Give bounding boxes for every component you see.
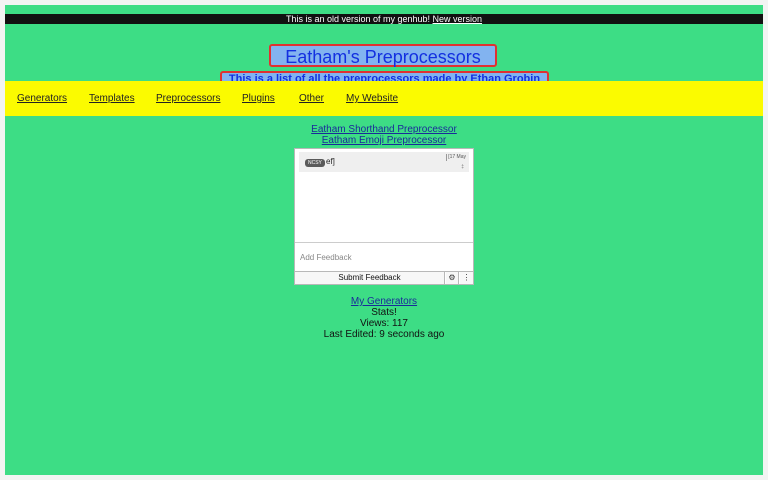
views-count: Views: 117 — [360, 318, 408, 329]
navigation-bar: Generators Templates Preprocessors Plugi… — [5, 81, 763, 116]
feedback-actions: Submit Feedback ⚙ ⋮ — [295, 271, 473, 284]
new-version-link[interactable]: New version — [433, 14, 483, 24]
page-title: Eatham's Preprocessors — [269, 44, 497, 67]
feedback-user-tag: NCSY — [305, 159, 325, 167]
old-version-banner: This is an old version of my genhub! New… — [5, 14, 763, 24]
nav-preprocessors[interactable]: Preprocessors — [156, 93, 220, 105]
feedback-message-text: ef] — [326, 157, 335, 166]
feedback-input[interactable] — [295, 242, 473, 271]
last-edited: Last Edited: 9 seconds ago — [323, 329, 445, 340]
generators-link-row: My Generators — [5, 296, 763, 307]
feedback-message: NCSY ef] [17 May ‡ — [299, 152, 469, 172]
nav-templates[interactable]: Templates — [89, 93, 135, 105]
banner-text: This is an old version of my genhub! — [285, 14, 433, 24]
gear-icon[interactable]: ⚙ — [446, 272, 459, 284]
feedback-message-marker: ‡ — [461, 164, 464, 170]
preprocessor-list-item: Eatham Emoji Preprocessor — [5, 135, 763, 147]
stats-label: Stats! — [371, 307, 397, 318]
feedback-widget: NCSY ef] [17 May ‡ Submit Feedback ⚙ ⋮ — [294, 148, 474, 285]
nav-plugins[interactable]: Plugins — [242, 93, 275, 105]
my-generators-link[interactable]: My Generators — [351, 296, 417, 307]
emoji-preprocessor-link[interactable]: Eatham Emoji Preprocessor — [322, 135, 447, 146]
nav-other[interactable]: Other — [299, 93, 324, 105]
more-options-icon[interactable]: ⋮ — [460, 272, 473, 284]
nav-my-website[interactable]: My Website — [346, 93, 398, 105]
feedback-message-date: [17 May — [446, 154, 466, 161]
shorthand-preprocessor-link[interactable]: Eatham Shorthand Preprocessor — [311, 124, 457, 135]
nav-generators[interactable]: Generators — [17, 93, 67, 105]
submit-feedback-button[interactable]: Submit Feedback — [295, 272, 445, 284]
page: This is an old version of my genhub! New… — [5, 5, 763, 475]
